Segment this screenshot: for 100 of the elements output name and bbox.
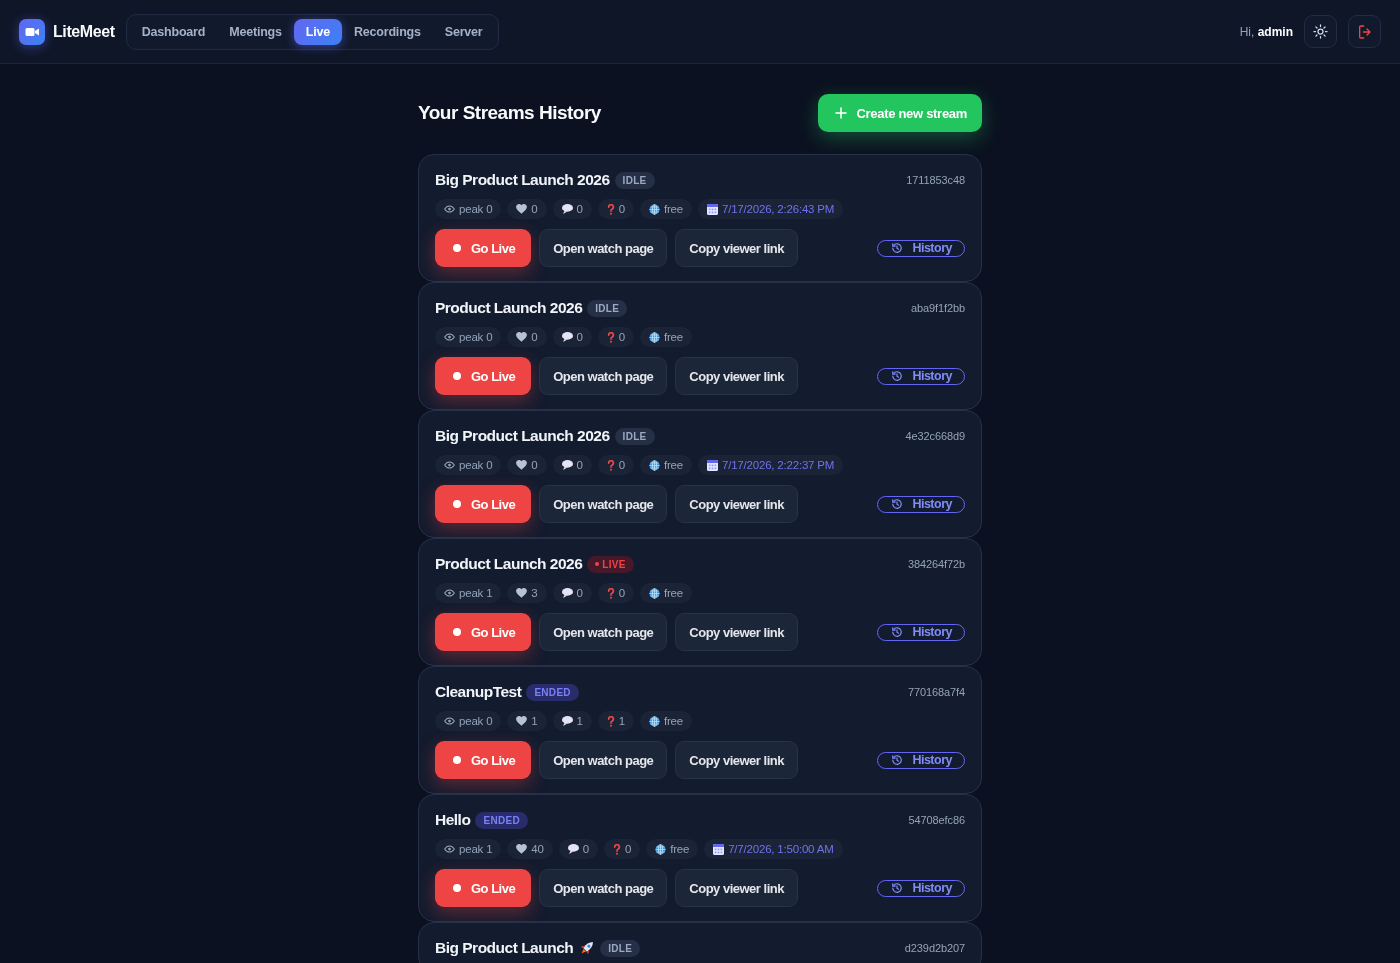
globe-icon	[648, 459, 660, 471]
go-live-button[interactable]: Go Live	[435, 485, 532, 523]
globe-icon	[655, 843, 667, 855]
heart-icon	[516, 204, 528, 214]
open-watch-page-button[interactable]: Open watch page	[539, 741, 668, 779]
question-mark-icon	[612, 843, 621, 855]
comments-count: 0	[582, 843, 589, 855]
record-dot-icon	[453, 756, 461, 764]
access-text: free	[663, 203, 683, 215]
likes-count: 0	[531, 331, 538, 343]
copy-viewer-link-button[interactable]: Copy viewer link	[675, 229, 798, 267]
date-text: 7/17/2026, 2:22:37 PM	[721, 459, 835, 471]
record-dot-icon	[453, 244, 461, 252]
copy-viewer-link-button[interactable]: Copy viewer link	[675, 357, 798, 395]
peak-viewers-text: peak 1	[459, 587, 493, 599]
status-text: IDLE	[622, 174, 647, 186]
go-live-button[interactable]: Go Live	[435, 613, 532, 651]
logout-icon	[1356, 23, 1373, 40]
question-mark-icon	[606, 203, 615, 215]
comments-count: 0	[576, 587, 583, 599]
go-live-button[interactable]: Go Live	[435, 357, 532, 395]
heart-icon	[516, 844, 528, 854]
globe-icon	[648, 331, 660, 343]
comments-count: 0	[576, 459, 583, 471]
heart-icon	[516, 716, 528, 726]
access-text: free	[670, 843, 690, 855]
speech-bubble-icon	[561, 716, 573, 726]
open-watch-page-button[interactable]: Open watch page	[539, 357, 668, 395]
stream-title: Hello	[435, 811, 471, 829]
status-text: LIVE	[602, 558, 626, 570]
questions-count: 1	[618, 715, 625, 727]
access-text: free	[663, 587, 683, 599]
open-watch-page-button[interactable]: Open watch page	[539, 229, 668, 267]
record-dot-icon	[453, 500, 461, 508]
copy-viewer-link-button[interactable]: Copy viewer link	[675, 613, 798, 651]
nav-tab[interactable]: Meetings	[217, 18, 294, 45]
open-watch-page-button[interactable]: Open watch page	[539, 613, 668, 651]
calendar-icon	[706, 203, 718, 215]
history-icon	[891, 242, 904, 254]
speech-bubble-icon	[561, 332, 573, 342]
eye-icon	[444, 461, 455, 469]
questions-count: 0	[624, 843, 632, 855]
eye-icon	[444, 205, 455, 213]
copy-viewer-link-button[interactable]: Copy viewer link	[675, 869, 798, 907]
nav-tab[interactable]: Dashboard	[129, 18, 218, 45]
questions-count: 0	[618, 203, 625, 215]
stream-id: 1711853c48	[906, 174, 965, 186]
nav-tab[interactable]: Recordings	[342, 18, 433, 45]
question-mark-icon	[606, 715, 615, 727]
likes-count: 0	[531, 203, 538, 215]
go-live-button[interactable]: Go Live	[435, 229, 532, 267]
history-icon	[891, 498, 904, 510]
comments-count: 0	[576, 203, 583, 215]
likes-count: 3	[531, 587, 538, 599]
go-live-button[interactable]: Go Live	[435, 869, 532, 907]
status-text: IDLE	[595, 302, 620, 314]
record-dot-icon	[453, 884, 461, 892]
stream-title: Big Product Launch	[435, 939, 574, 957]
questions-count: 0	[618, 331, 625, 343]
open-watch-page-button[interactable]: Open watch page	[539, 869, 668, 907]
stream-title: Big Product Launch 2026	[435, 171, 610, 189]
speech-bubble-icon	[561, 588, 573, 598]
history-icon	[891, 370, 904, 382]
open-watch-page-button[interactable]: Open watch page	[539, 485, 668, 523]
stream-id: 4e32c668d9	[905, 430, 965, 442]
globe-icon	[648, 587, 660, 599]
eye-icon	[444, 845, 455, 853]
theme-toggle-button[interactable]	[1304, 15, 1337, 48]
peak-viewers-text: peak 0	[459, 203, 493, 215]
calendar-icon	[706, 459, 718, 471]
question-mark-icon	[606, 587, 615, 599]
go-live-button[interactable]: Go Live	[435, 741, 532, 779]
nav-tab[interactable]: Server	[432, 18, 495, 45]
speech-bubble-icon	[567, 844, 579, 854]
logout-button[interactable]	[1348, 15, 1381, 48]
access-text: free	[663, 459, 683, 471]
access-text: free	[663, 331, 683, 343]
comments-count: 1	[576, 715, 583, 727]
copy-viewer-link-button[interactable]: Copy viewer link	[675, 741, 798, 779]
stream-id: 54708efc86	[908, 814, 965, 826]
access-text: free	[663, 715, 683, 727]
eye-icon	[444, 333, 455, 341]
sun-icon	[1313, 24, 1328, 39]
date-text: 7/17/2026, 2:26:43 PM	[721, 203, 835, 215]
stream-title: CleanupTest	[435, 683, 522, 701]
calendar-icon	[713, 843, 725, 855]
eye-icon	[444, 717, 455, 725]
globe-icon	[648, 203, 660, 215]
record-dot-icon	[453, 372, 461, 380]
date-text: 7/7/2026, 1:50:00 AM	[728, 843, 834, 855]
copy-viewer-link-button[interactable]: Copy viewer link	[675, 485, 798, 523]
stream-id: 384264f72b	[907, 558, 965, 570]
history-icon	[891, 754, 904, 766]
questions-count: 0	[618, 459, 625, 471]
heart-icon	[516, 332, 528, 342]
record-dot-icon	[453, 628, 461, 636]
nav-tab[interactable]: Live	[293, 18, 342, 45]
status-text: IDLE	[622, 430, 647, 442]
likes-count: 0	[531, 459, 538, 471]
speech-bubble-icon	[561, 460, 573, 470]
